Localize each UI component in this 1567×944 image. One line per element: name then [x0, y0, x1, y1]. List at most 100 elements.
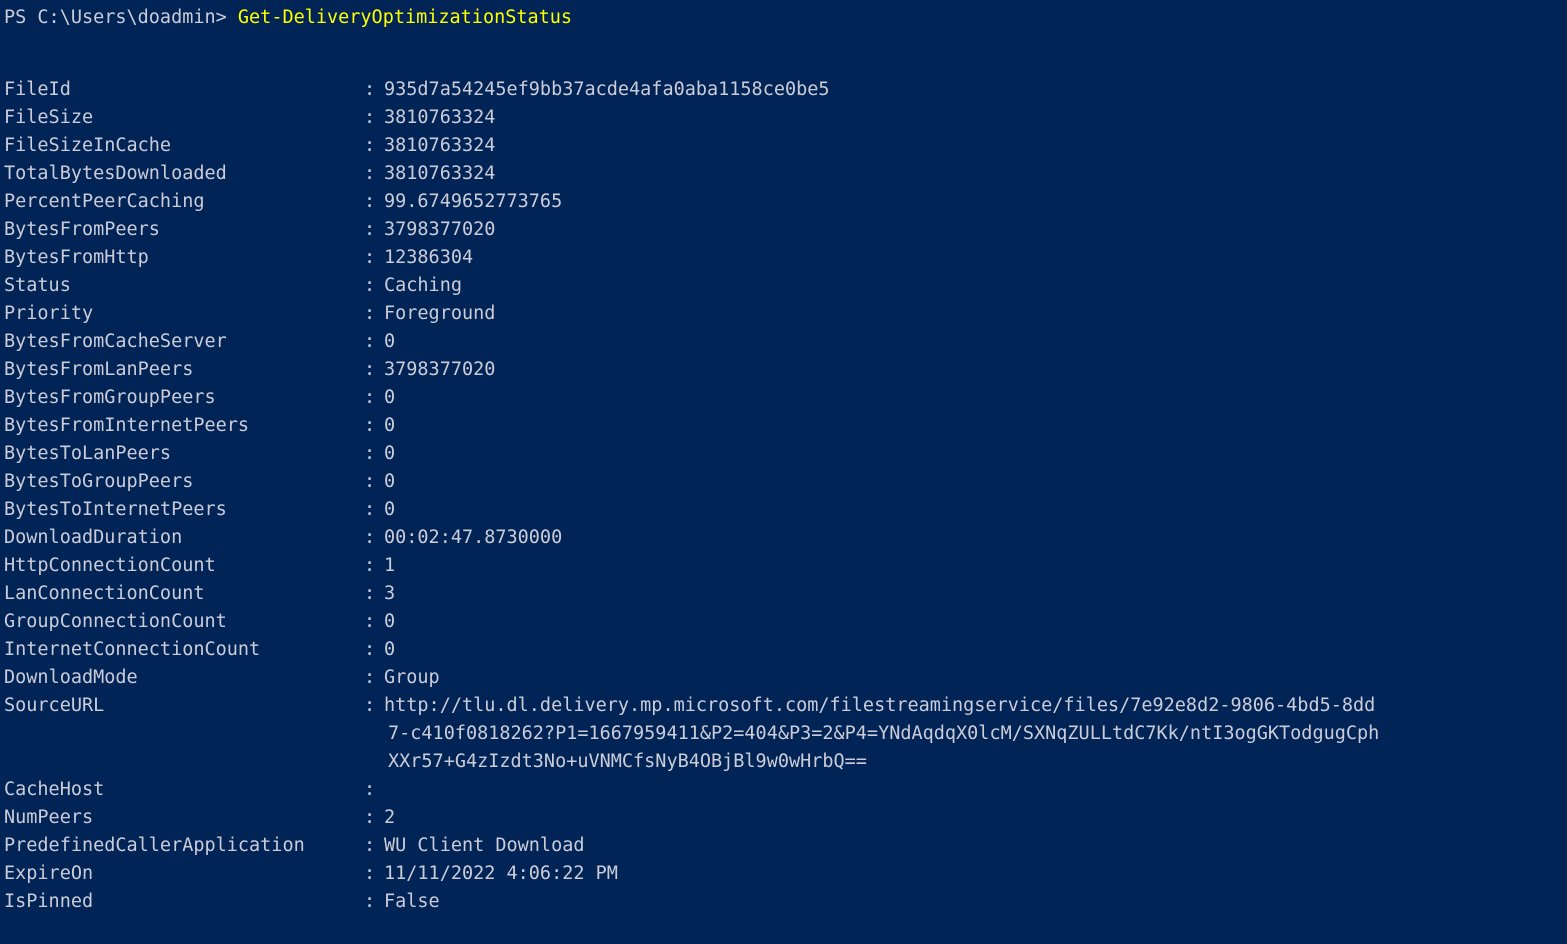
property-value: Group	[384, 667, 440, 688]
property-key: BytesFromInternetPeers	[4, 415, 250, 436]
property-key: Status	[4, 275, 71, 296]
table-row: SourceURL: http://tlu.dl.delivery.mp.micr…	[0, 692, 1567, 720]
property-key: NumPeers	[4, 807, 94, 828]
property-value: 0	[384, 331, 396, 352]
property-value: 0	[384, 639, 396, 660]
property-value: 0	[384, 415, 396, 436]
property-value: False	[384, 891, 440, 912]
table-row: Status: Caching	[0, 272, 1567, 300]
property-value: 12386304	[384, 247, 474, 268]
property-key: PredefinedCallerApplication	[4, 835, 305, 856]
property-separator: :	[364, 443, 376, 464]
table-row: CacheHost:	[0, 776, 1567, 804]
property-separator: :	[364, 891, 376, 912]
property-list-tail: CacheHost: NumPeers:2 PredefinedCallerAppl…	[0, 776, 1567, 916]
table-row: BytesFromInternetPeers:0	[0, 412, 1567, 440]
table-row: PercentPeerCaching:99.6749652773765	[0, 188, 1567, 216]
property-key: Priority	[4, 303, 94, 324]
property-key: BytesToInternetPeers	[4, 499, 227, 520]
property-key: FileId	[4, 79, 71, 100]
property-value: 0	[384, 443, 396, 464]
table-row: InternetConnectionCount:0	[0, 636, 1567, 664]
property-key: PercentPeerCaching	[4, 191, 205, 212]
table-row: BytesFromGroupPeers:0	[0, 384, 1567, 412]
table-row: DownloadMode: Group	[0, 664, 1567, 692]
property-key: DownloadMode	[4, 667, 138, 688]
table-row: BytesFromCacheServer:0	[0, 328, 1567, 356]
property-key: BytesFromHttp	[4, 247, 149, 268]
property-key: BytesFromGroupPeers	[4, 387, 216, 408]
property-key: IsPinned	[4, 891, 94, 912]
property-separator: :	[364, 303, 376, 324]
property-value: 3798377020	[384, 219, 496, 240]
property-key: DownloadDuration	[4, 527, 183, 548]
table-row: DownloadDuration:00:02:47.8730000	[0, 524, 1567, 552]
table-row: BytesFromPeers:3798377020	[0, 216, 1567, 244]
property-value: 11/11/2022 4:06:22 PM	[384, 863, 618, 884]
table-row: PredefinedCallerApplication: WU Client Do…	[0, 832, 1567, 860]
property-separator: :	[364, 611, 376, 632]
property-separator: :	[364, 555, 376, 576]
property-separator: :	[364, 695, 376, 716]
property-value: 3810763324	[384, 107, 496, 128]
property-key: BytesFromLanPeers	[4, 359, 194, 380]
property-value: 0	[384, 611, 396, 632]
prompt-path: PS C:\Users\doadmin>	[4, 7, 238, 28]
property-value: 2	[384, 807, 396, 828]
property-value: 0	[384, 499, 396, 520]
property-value: 0	[384, 471, 396, 492]
property-separator: :	[364, 163, 376, 184]
property-value: Foreground	[384, 303, 496, 324]
property-separator: :	[364, 219, 376, 240]
property-separator: :	[364, 863, 376, 884]
property-separator: :	[364, 415, 376, 436]
table-row: BytesToLanPeers:0	[0, 440, 1567, 468]
property-separator: :	[364, 135, 376, 156]
property-value: http://tlu.dl.delivery.mp.microsoft.com/…	[384, 695, 1376, 716]
property-value: 99.6749652773765	[384, 191, 563, 212]
source-url-continuation: XXr57+G4zIzdt3No+uVNMCfsNyB4OBjBl9w0wHrb…	[388, 751, 867, 772]
property-separator: :	[364, 667, 376, 688]
property-separator: :	[364, 247, 376, 268]
table-row: IsPinned: False	[0, 888, 1567, 916]
property-value: 3	[384, 583, 396, 604]
table-row: TotalBytesDownloaded:3810763324	[0, 160, 1567, 188]
property-value: 935d7a54245ef9bb37acde4afa0aba1158ce0be5	[384, 79, 830, 100]
property-key: ExpireOn	[4, 863, 94, 884]
property-value: 3798377020	[384, 359, 496, 380]
property-key: SourceURL	[4, 695, 105, 716]
property-separator: :	[364, 275, 376, 296]
property-key: HttpConnectionCount	[4, 555, 216, 576]
table-row: BytesToInternetPeers:0	[0, 496, 1567, 524]
table-row: GroupConnectionCount:0	[0, 608, 1567, 636]
property-value: 1	[384, 555, 396, 576]
property-separator: :	[364, 471, 376, 492]
output-spacer	[0, 32, 1567, 76]
property-separator: :	[364, 779, 376, 800]
powershell-console[interactable]: PS C:\Users\doadmin> Get-DeliveryOptimiz…	[0, 0, 1567, 944]
property-value: Caching	[384, 275, 462, 296]
property-separator: :	[364, 191, 376, 212]
source-url-block: SourceURL: http://tlu.dl.delivery.mp.micr…	[0, 692, 1567, 776]
property-separator: :	[364, 387, 376, 408]
prompt-line: PS C:\Users\doadmin> Get-DeliveryOptimiz…	[0, 0, 1567, 32]
property-value: 00:02:47.8730000	[384, 527, 563, 548]
property-key: BytesToLanPeers	[4, 443, 172, 464]
property-value: 3810763324	[384, 163, 496, 184]
property-separator: :	[364, 359, 376, 380]
table-row: NumPeers:2	[0, 804, 1567, 832]
property-separator: :	[364, 835, 376, 856]
property-key: TotalBytesDownloaded	[4, 163, 227, 184]
table-row: BytesFromHttp:12386304	[0, 244, 1567, 272]
property-value: 0	[384, 387, 396, 408]
property-separator: :	[364, 583, 376, 604]
table-row: FileSizeInCache:3810763324	[0, 132, 1567, 160]
property-value: WU Client Download	[384, 835, 585, 856]
property-separator: :	[364, 107, 376, 128]
table-row: Priority: Foreground	[0, 300, 1567, 328]
property-key: BytesFromPeers	[4, 219, 160, 240]
property-value: 3810763324	[384, 135, 496, 156]
property-separator: :	[364, 79, 376, 100]
property-key: FileSize	[4, 107, 94, 128]
table-row: BytesToGroupPeers:0	[0, 468, 1567, 496]
